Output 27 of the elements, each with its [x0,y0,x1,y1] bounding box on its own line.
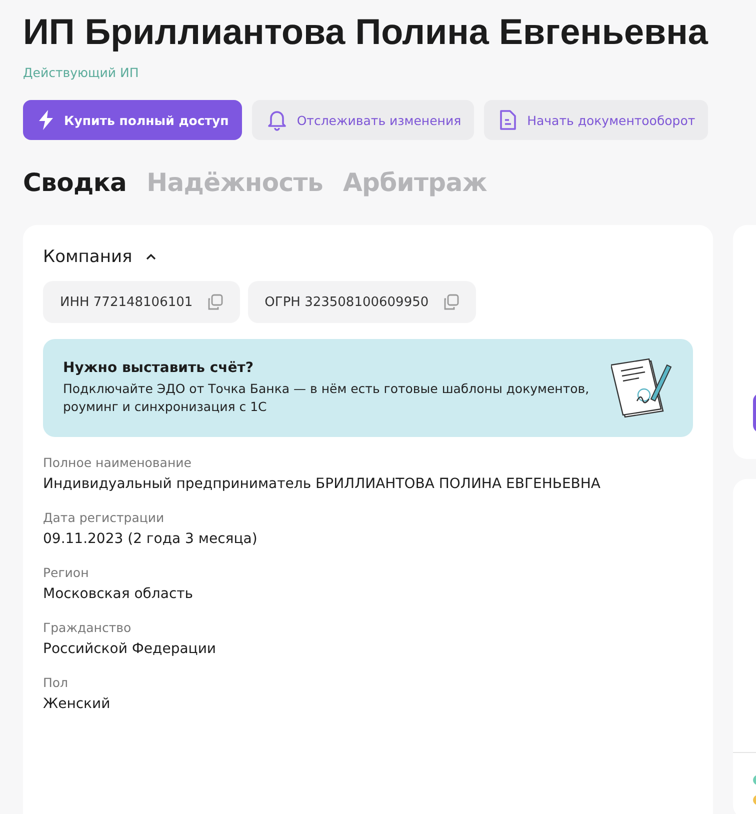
code-chip[interactable]: ОГРН 323508100609950 [248,281,476,323]
field-label: Регион [43,565,90,580]
field-value: Московская область [43,586,194,602]
field-value: Российской Федерации [43,641,218,657]
section-heading: Компания [43,247,132,267]
field-label: Полное наименование [43,455,192,470]
field-value: Индивидуальный предприниматель БРИЛЛИАНТОВА ПОЛИНА ЕВГЕНЬЕВНА [43,476,602,492]
action-button[interactable]: Купить полный доступ [23,100,242,140]
action-button[interactable]: Начать документооборот [484,100,708,140]
page-title: ИП Бриллиантова Полина Евгеньевна [23,10,708,54]
status-label: Действующий ИП [23,65,139,80]
copy-icon[interactable] [442,294,459,310]
document-icon [499,109,518,131]
action-button[interactable]: Отслеживать изменения [252,100,474,140]
signed-document-drawing [611,357,673,419]
copy-icon[interactable] [206,294,223,310]
banner-text: Подключайте ЭДО от Точка Банка — в нём есть готовые шаблоны документов, роуминг и синхронизация с 1С [63,380,590,416]
lightning-icon [38,110,54,130]
bell-icon [266,109,287,131]
field-label: Гражданство [43,620,132,635]
field-label: Пол [43,675,70,690]
code-chip[interactable]: ИНН 772148106101 [43,281,240,323]
field-value: 09.11.2023 (2 года 3 месяца) [43,531,258,547]
banner-title: Нужно выставить счёт? [63,360,254,376]
field-value: Женский [43,696,112,712]
field-label: Дата регистрации [43,510,166,525]
tab[interactable]: Сводка [23,168,127,197]
